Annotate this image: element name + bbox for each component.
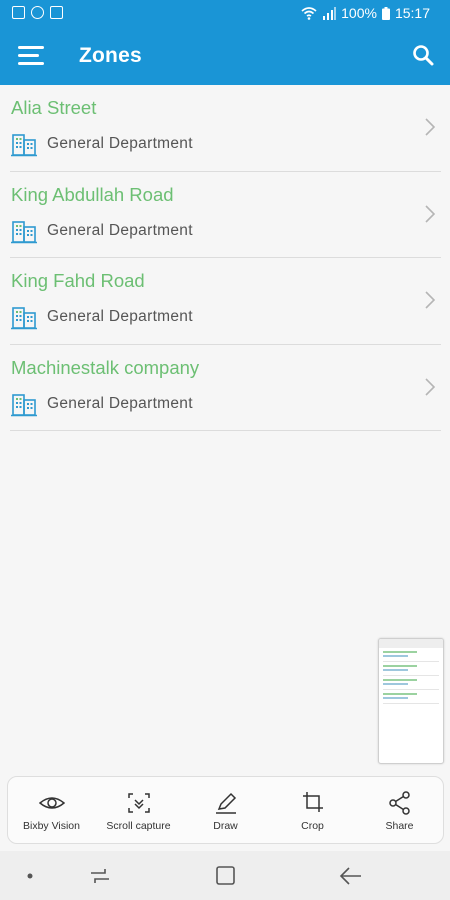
recent-apps-icon[interactable] [86,863,114,889]
eye-icon [38,797,65,809]
list-item[interactable]: King Abdullah Road General Department [10,172,441,258]
list-item[interactable]: Machinestalk company General Department [10,345,441,431]
zone-name: Machinestalk company [11,356,200,378]
image-icon [12,6,25,19]
department-row: General Department [11,304,193,330]
building-icon [11,393,37,416]
back-icon[interactable] [337,863,365,889]
zone-name: King Abdullah Road [11,183,174,205]
system-status: 100% 15:17 [301,5,430,21]
notification-icons [12,6,63,19]
list-item[interactable]: Alia Street General Department [10,85,441,172]
scroll-capture-icon [127,793,150,813]
scroll-capture-label: Scroll capture [106,820,171,832]
home-icon[interactable] [211,863,239,889]
status-bar: 100% 15:17 [0,0,450,28]
bixby-vision-label: Bixby Vision [22,820,80,832]
at-sign-icon [31,6,44,19]
search-icon[interactable] [410,42,438,70]
app-bar: Zones [0,28,450,85]
battery-icon [381,6,390,20]
department-label: General Department [47,308,193,325]
scroll-capture-button[interactable]: Scroll capture [95,777,182,843]
chevron-right-icon [425,118,436,136]
building-icon [11,307,37,330]
chevron-right-icon [425,377,436,396]
zone-name: Alia Street [11,97,97,118]
wifi-icon [301,6,317,20]
smart-capture-toolbar: Bixby Vision Scroll capture Draw Crop Sh… [7,776,444,844]
building-icon [11,134,37,157]
department-row: General Department [11,391,193,417]
navigation-bar [0,851,450,900]
dot-icon[interactable] [16,863,44,889]
share-icon [388,791,410,815]
chevron-right-icon [425,204,436,223]
signal-icon [323,6,337,20]
bixby-vision-button[interactable]: Bixby Vision [8,777,95,843]
zone-name: King Fahd Road [11,270,145,291]
department-label: General Department [47,221,193,239]
crop-button[interactable]: Crop [269,777,356,843]
share-label: Share [385,820,414,832]
chevron-right-icon [425,291,436,309]
hamburger-menu-icon[interactable] [12,40,48,72]
pencil-icon [215,792,236,814]
clock: 15:17 [394,5,430,21]
department-label: General Department [47,394,193,412]
crop-icon [302,792,323,812]
department-row: General Department [11,218,193,244]
share-button[interactable]: Share [356,777,443,843]
department-row: General Department [11,131,193,157]
building-icon [11,220,37,243]
screenshot-thumbnail[interactable] [378,638,444,764]
crop-label: Crop [301,820,324,832]
zone-list: Alia Street General Department King Abdu… [10,85,441,431]
department-label: General Department [47,135,193,152]
page-title: Zones [79,44,142,67]
list-item[interactable]: King Fahd Road General Department [10,258,441,345]
draw-button[interactable]: Draw [182,777,269,843]
battery-percent: 100% [341,5,377,21]
gallery-icon [50,6,63,19]
draw-label: Draw [213,820,238,832]
